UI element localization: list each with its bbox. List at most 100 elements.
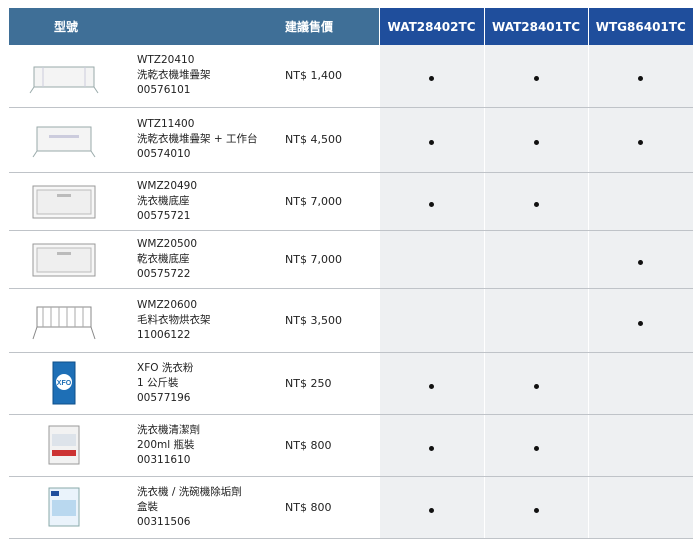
product-price: NT$ 250 bbox=[269, 352, 380, 415]
product-code: 洗衣機清潔劑 bbox=[137, 423, 200, 436]
product-code: XFO 洗衣粉 bbox=[137, 361, 194, 374]
compatibility-cell-2 bbox=[483, 45, 589, 108]
stacking-kit-icon bbox=[9, 45, 119, 108]
compatibility-cell-1 bbox=[378, 107, 485, 173]
product-description: XFO 洗衣粉 1 公斤裝 00577196 bbox=[119, 352, 270, 415]
cleaner-bottle-icon bbox=[9, 414, 119, 477]
compatibility-cell-3 bbox=[587, 172, 694, 231]
product-price: NT$ 7,000 bbox=[269, 230, 380, 289]
product-name: 洗衣機底座 bbox=[137, 194, 190, 207]
product-description: WMZ20500 乾衣機底座 00575722 bbox=[119, 230, 270, 289]
compatibility-cell-2 bbox=[483, 352, 589, 415]
product-price: NT$ 1,400 bbox=[269, 45, 380, 108]
compatibility-cell-2 bbox=[483, 288, 589, 353]
drying-rack-icon bbox=[9, 288, 119, 353]
product-part: 00577196 bbox=[137, 391, 191, 404]
table-row: WTZ11400 洗乾衣機堆疊架 + 工作台 00574010 NT$ 4,500 bbox=[9, 107, 694, 173]
compatible-dot-icon bbox=[638, 140, 644, 145]
compatibility-cell-3 bbox=[587, 288, 694, 353]
product-part: 00575721 bbox=[137, 209, 191, 222]
compatible-dot-icon bbox=[429, 140, 435, 145]
table-row: WMZ20490 洗衣機底座 00575721 NT$ 7,000 bbox=[9, 172, 694, 231]
header-type: 型號 bbox=[9, 8, 270, 45]
product-description: WMZ20490 洗衣機底座 00575721 bbox=[119, 172, 270, 231]
compatibility-cell-1 bbox=[378, 45, 485, 108]
product-code: WTZ11400 bbox=[137, 118, 195, 130]
compatibility-cell-1 bbox=[378, 352, 485, 415]
compatibility-cell-2 bbox=[483, 414, 589, 477]
table-row: WTZ20410 洗乾衣機堆疊架 00576101 NT$ 1,400 bbox=[9, 45, 694, 108]
compatible-dot-icon bbox=[533, 140, 539, 145]
compatible-dot-icon bbox=[429, 507, 435, 513]
table-row: 洗衣機 / 洗碗機除垢劑 盒裝 00311506 NT$ 800 bbox=[9, 476, 694, 539]
compatible-dot-icon bbox=[638, 259, 644, 265]
compatibility-cell-1 bbox=[378, 288, 485, 353]
compatibility-cell-2 bbox=[483, 476, 589, 539]
descaler-box-icon bbox=[9, 476, 119, 539]
product-description: WMZ20600 毛料衣物烘衣架 11006122 bbox=[119, 288, 270, 353]
compatible-dot-icon bbox=[533, 201, 539, 207]
compatibility-cell-3 bbox=[587, 414, 694, 477]
header-model-1: WAT28402TC bbox=[378, 8, 485, 45]
compatibility-cell-2 bbox=[483, 107, 589, 173]
compatibility-cell-1 bbox=[378, 172, 485, 231]
product-code: WMZ20500 bbox=[137, 237, 198, 250]
compatible-dot-icon bbox=[638, 76, 644, 82]
product-code: WMZ20490 bbox=[137, 179, 198, 192]
compatible-dot-icon bbox=[429, 76, 435, 82]
product-name: 洗乾衣機堆疊架 + 工作台 bbox=[137, 133, 258, 145]
compatibility-cell-3 bbox=[587, 45, 694, 108]
product-price: NT$ 7,000 bbox=[269, 172, 380, 231]
product-description: 洗衣機清潔劑 200ml 瓶裝 00311610 bbox=[119, 414, 270, 477]
compatible-dot-icon bbox=[429, 383, 435, 389]
product-part: 00576101 bbox=[137, 84, 191, 97]
compatibility-cell-1 bbox=[378, 414, 485, 477]
header-price: 建議售價 bbox=[269, 8, 380, 45]
table-row: XFO XFO 洗衣粉 1 公斤裝 00577196 NT$ 250 bbox=[9, 352, 694, 415]
compatible-dot-icon bbox=[533, 76, 539, 82]
product-description: WTZ11400 洗乾衣機堆疊架 + 工作台 00574010 bbox=[119, 107, 270, 173]
compatibility-cell-3 bbox=[587, 476, 694, 539]
detergent-box-icon: XFO bbox=[9, 352, 119, 415]
product-price: NT$ 3,500 bbox=[269, 288, 380, 353]
product-code: WTZ20410 bbox=[137, 54, 195, 67]
table-row: WMZ20500 乾衣機底座 00575722 NT$ 7,000 bbox=[9, 230, 694, 289]
product-part: 00574010 bbox=[137, 148, 191, 160]
header-model-3: WTG86401TC bbox=[587, 8, 694, 45]
pedestal-drawer-icon bbox=[9, 172, 119, 231]
product-description: WTZ20410 洗乾衣機堆疊架 00576101 bbox=[119, 45, 270, 108]
product-name: 200ml 瓶裝 bbox=[137, 438, 195, 451]
compatibility-cell-2 bbox=[483, 230, 589, 289]
product-price: NT$ 800 bbox=[269, 414, 380, 477]
compatibility-cell-3 bbox=[587, 230, 694, 289]
compatibility-cell-3 bbox=[587, 352, 694, 415]
accessory-table: 型號 建議售價 WAT28402TC WAT28401TC WTG86401TC… bbox=[9, 8, 694, 539]
product-name: 洗乾衣機堆疊架 bbox=[137, 69, 211, 82]
product-part: 00575722 bbox=[137, 267, 191, 280]
product-name: 毛料衣物烘衣架 bbox=[137, 313, 211, 326]
table-header-row: 型號 建議售價 WAT28402TC WAT28401TC WTG86401TC bbox=[9, 8, 694, 45]
compatible-dot-icon bbox=[638, 320, 644, 326]
svg-text:XFO: XFO bbox=[57, 380, 72, 387]
product-name: 乾衣機底座 bbox=[137, 252, 190, 265]
compatibility-cell-2 bbox=[483, 172, 589, 231]
product-price: NT$ 4,500 bbox=[269, 107, 380, 173]
table-row: WMZ20600 毛料衣物烘衣架 11006122 NT$ 3,500 bbox=[9, 288, 694, 353]
product-name: 1 公斤裝 bbox=[137, 376, 179, 389]
compatibility-cell-1 bbox=[378, 476, 485, 539]
pedestal-drawer-icon bbox=[9, 230, 119, 289]
product-description: 洗衣機 / 洗碗機除垢劑 盒裝 00311506 bbox=[119, 476, 270, 539]
table-row: 洗衣機清潔劑 200ml 瓶裝 00311610 NT$ 800 bbox=[9, 414, 694, 477]
compatible-dot-icon bbox=[429, 445, 435, 451]
product-name: 盒裝 bbox=[137, 500, 158, 513]
compatible-dot-icon bbox=[533, 507, 539, 513]
product-code: 洗衣機 / 洗碗機除垢劑 bbox=[137, 485, 242, 498]
compatible-dot-icon bbox=[533, 383, 539, 389]
compatibility-cell-1 bbox=[378, 230, 485, 289]
compatible-dot-icon bbox=[429, 201, 435, 207]
compatible-dot-icon bbox=[533, 445, 539, 451]
product-part: 00311610 bbox=[137, 453, 191, 466]
product-price: NT$ 800 bbox=[269, 476, 380, 539]
compatibility-cell-3 bbox=[587, 107, 694, 173]
product-part: 00311506 bbox=[137, 515, 191, 528]
